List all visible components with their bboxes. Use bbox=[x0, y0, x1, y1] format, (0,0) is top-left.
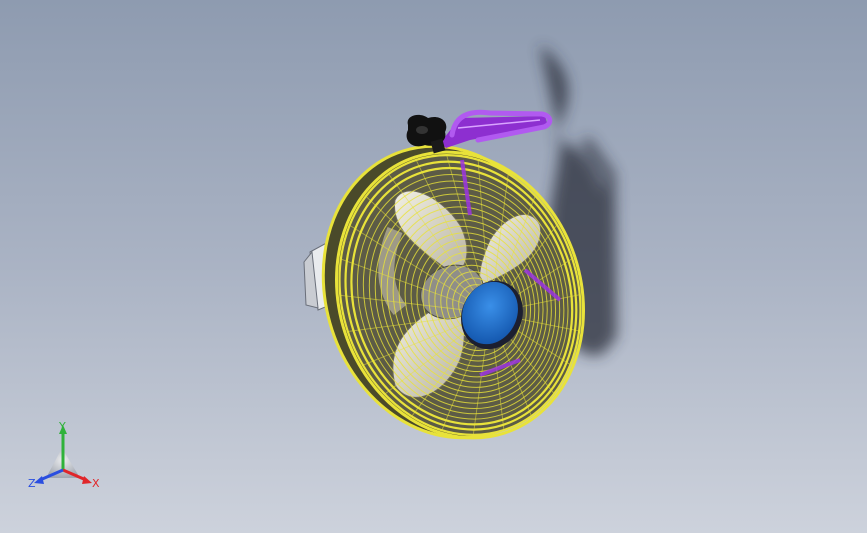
z-axis-label: Z bbox=[28, 477, 36, 490]
orientation-triad[interactable]: Y X Z bbox=[26, 420, 106, 492]
fan-model-scene[interactable] bbox=[0, 0, 867, 533]
x-axis-arrowhead bbox=[82, 476, 92, 484]
y-axis-label: Y bbox=[58, 420, 66, 433]
x-axis-label: X bbox=[92, 477, 100, 490]
3d-viewport[interactable]: Y X Z bbox=[0, 0, 867, 533]
carry-handle[interactable] bbox=[440, 109, 553, 148]
